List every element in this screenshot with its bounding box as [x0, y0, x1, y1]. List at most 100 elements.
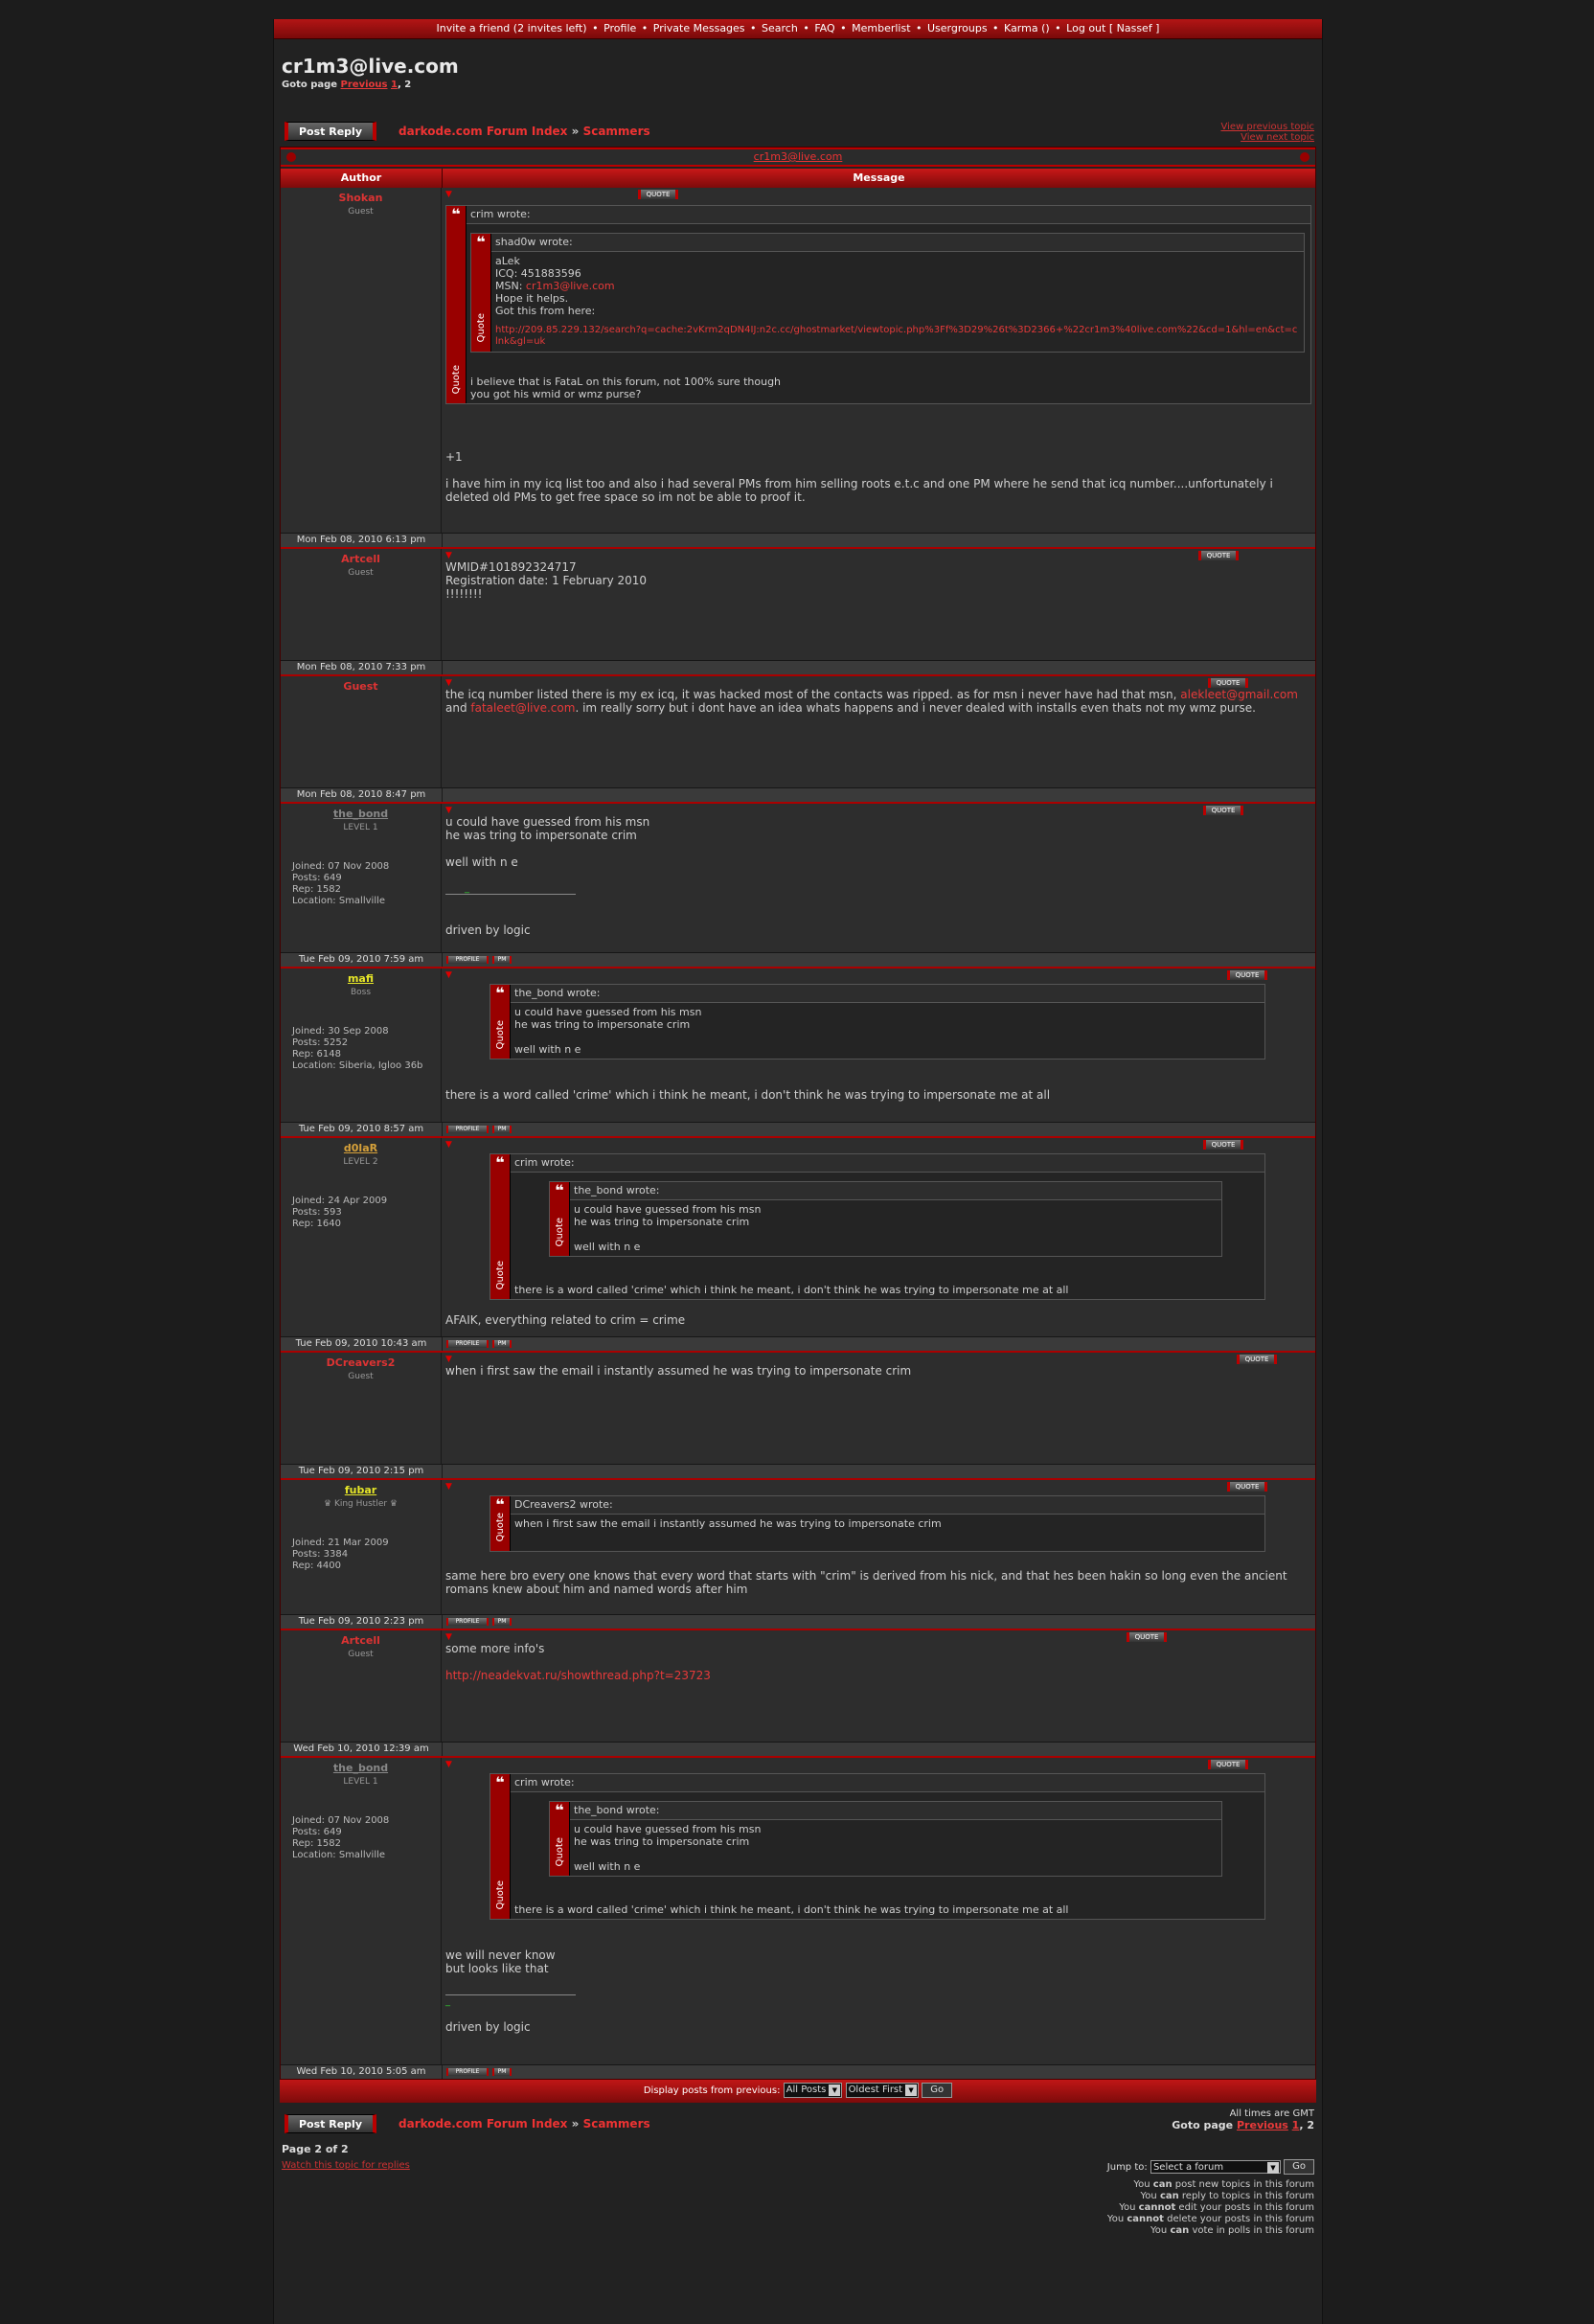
pm-button[interactable]: PM — [492, 1126, 512, 1133]
post: d0laR LEVEL 2 Joined: 24 Apr 2009 Posts:… — [281, 1136, 1315, 1336]
profile-link[interactable]: Profile — [603, 22, 636, 34]
nested-quote-block: ❝ Quote the_bond wrote: u could have gues… — [549, 1801, 1222, 1877]
author-name[interactable]: fubar — [281, 1484, 441, 1496]
quote-mark-icon: ❝ — [495, 1153, 505, 1172]
post-date: Wed Feb 10, 2010 12:39 am — [281, 1743, 443, 1756]
post-author: the_bond LEVEL 1 Joined: 07 Nov 2008 Pos… — [281, 1758, 442, 2064]
post-body: ▼ QUOTE the icq number listed there is m… — [442, 676, 1315, 787]
quote-button[interactable]: QUOTE — [1208, 678, 1248, 688]
forum-index-link[interactable]: darkode.com Forum Index — [398, 2117, 567, 2130]
page-header: cr1m3@live.com Goto page Previous 1, 2 — [274, 39, 1322, 122]
usergroups-link[interactable]: Usergroups — [927, 22, 988, 34]
post-date: Tue Feb 09, 2010 2:23 pm — [281, 1615, 443, 1629]
author-name[interactable]: Artcell — [281, 553, 441, 565]
profile-button[interactable]: PROFILE — [446, 2068, 489, 2076]
post-footer: Tue Feb 09, 2010 7:59 am PROFILE PM — [281, 952, 1315, 967]
author-name[interactable]: Guest — [281, 680, 441, 693]
forum-select[interactable]: Select a forum — [1150, 2160, 1281, 2174]
page-1-link[interactable]: 1 — [1292, 2119, 1300, 2131]
post-reply-button[interactable]: Post Reply — [285, 122, 376, 141]
previous-page-link[interactable]: Previous — [341, 80, 388, 90]
pm-button[interactable]: PM — [492, 2068, 512, 2076]
email-link[interactable]: fataleet@live.com — [470, 701, 575, 715]
watch-topic-link[interactable]: Watch this topic for replies — [282, 2160, 410, 2171]
quote-author: the_bond wrote: — [511, 985, 1264, 1003]
post: fubar ♛ King Hustler ♛ Joined: 21 Mar 20… — [281, 1478, 1315, 1614]
permissions: You can post new topics in this forum Yo… — [1106, 2179, 1314, 2236]
profile-button[interactable]: PROFILE — [446, 1618, 489, 1626]
nested-quote-block: ❝ Quote the_bond wrote: u could have gues… — [549, 1181, 1222, 1257]
post-author: Artcell Guest — [281, 549, 442, 660]
quote-button[interactable]: QUOTE — [1203, 806, 1243, 815]
jump-go-button[interactable]: Go — [1284, 2159, 1314, 2175]
forum-link[interactable]: Scammers — [583, 2117, 650, 2130]
author-name[interactable]: mafi — [281, 972, 441, 985]
post-body: ▼ QUOTE ❝ Quote crim wrote: ❝ Quote the_bo… — [442, 1758, 1315, 2064]
signature-divider: _ — [445, 882, 576, 895]
profile-button[interactable]: PROFILE — [446, 956, 489, 964]
private-messages-link[interactable]: Private Messages — [653, 22, 745, 34]
post-reply-button[interactable]: Post Reply — [285, 2114, 376, 2133]
jump-to: Jump to: Select a forum Go — [1107, 2159, 1314, 2175]
topic-title-link[interactable]: cr1m3@live.com — [754, 150, 843, 163]
post-footer: Mon Feb 08, 2010 7:33 pm — [281, 660, 1315, 674]
breadcrumb: darkode.com Forum Index » Scammers — [398, 125, 650, 138]
pm-button[interactable]: PM — [492, 1340, 512, 1348]
previous-page-link[interactable]: Previous — [1237, 2119, 1288, 2131]
author-stats: Joined: 30 Sep 2008 Posts: 5252 Rep: 614… — [292, 1026, 423, 1071]
current-page: 2 — [404, 80, 412, 90]
post-body: ▼ QUOTE WMID#101892324717 Registration d… — [442, 549, 1315, 660]
author-name[interactable]: DCreavers2 — [281, 1356, 441, 1369]
profile-button[interactable]: PROFILE — [446, 1126, 489, 1133]
quote-button[interactable]: QUOTE — [1127, 1632, 1167, 1642]
author-rank: Guest — [348, 568, 374, 578]
pm-button[interactable]: PM — [492, 956, 512, 964]
left-ornament-icon — [286, 152, 296, 162]
nested-quote-block: ❝ Quote shad0w wrote: aLek ICQ: 451883596… — [470, 233, 1305, 353]
quote-button[interactable]: QUOTE — [1227, 1482, 1267, 1492]
quote-mark-icon: ❝ — [555, 1801, 564, 1819]
email-link[interactable]: cr1m3@live.com — [526, 280, 615, 292]
author-name[interactable]: the_bond — [281, 808, 441, 820]
search-link[interactable]: Search — [762, 22, 798, 34]
author-stats: Joined: 07 Nov 2008 Posts: 649 Rep: 1582… — [292, 1815, 390, 1860]
go-button[interactable]: Go — [922, 2083, 953, 2098]
author-name[interactable]: the_bond — [281, 1762, 441, 1774]
page-count: Page 2 of 2 — [282, 2143, 349, 2155]
view-previous-topic-link[interactable]: View previous topic — [1220, 122, 1314, 132]
cache-link[interactable]: http://209.85.229.132/search?q=cache:2vK… — [495, 325, 1300, 348]
profile-button[interactable]: PROFILE — [446, 1340, 489, 1348]
faq-link[interactable]: FAQ — [814, 22, 834, 34]
post-marker-icon: ▼ — [445, 1140, 452, 1150]
author-name[interactable]: Artcell — [281, 1634, 441, 1647]
author-rank: Guest — [348, 1372, 374, 1381]
order-select[interactable]: Oldest First — [845, 2083, 920, 2098]
view-next-topic-link[interactable]: View next topic — [1220, 132, 1314, 143]
logout-link[interactable]: Log out [ Nassef ] — [1066, 22, 1159, 34]
days-select[interactable]: All Posts — [783, 2083, 843, 2098]
signature: driven by logic — [445, 2020, 531, 2034]
timezone-info: All times are GMT Goto page Previous 1, … — [1172, 2108, 1314, 2131]
quote-button[interactable]: QUOTE — [1203, 1140, 1243, 1150]
quote-button[interactable]: QUOTE — [1198, 551, 1239, 560]
page-1-link[interactable]: 1 — [391, 80, 398, 90]
forum-index-link[interactable]: darkode.com Forum Index — [398, 125, 567, 138]
author-name[interactable]: d0laR — [281, 1142, 441, 1154]
post-author: Shokan Guest — [281, 188, 442, 533]
post-marker-icon: ▼ — [445, 970, 452, 980]
forum-link[interactable]: Scammers — [583, 125, 650, 138]
thread-link[interactable]: http://neadekvat.ru/showthread.php?t=237… — [445, 1669, 1311, 1682]
topic-table: cr1m3@live.com Author Message Shokan Gue… — [280, 147, 1316, 2080]
invite-link[interactable]: Invite a friend (2 invites left) — [437, 22, 587, 34]
karma-link[interactable]: Karma () — [1004, 22, 1050, 34]
pm-button[interactable]: PM — [492, 1618, 512, 1626]
quote-button[interactable]: QUOTE — [1227, 970, 1267, 980]
post-date: Mon Feb 08, 2010 8:47 pm — [281, 788, 443, 802]
email-link[interactable]: alekleet@gmail.com — [1180, 688, 1298, 701]
author-name[interactable]: Shokan — [281, 192, 441, 204]
memberlist-link[interactable]: Memberlist — [852, 22, 910, 34]
quote-button[interactable]: QUOTE — [1237, 1355, 1277, 1364]
quote-button[interactable]: QUOTE — [638, 190, 678, 199]
quote-button[interactable]: QUOTE — [1208, 1760, 1248, 1769]
post: DCreavers2 Guest ▼ QUOTE when i first sa… — [281, 1351, 1315, 1464]
